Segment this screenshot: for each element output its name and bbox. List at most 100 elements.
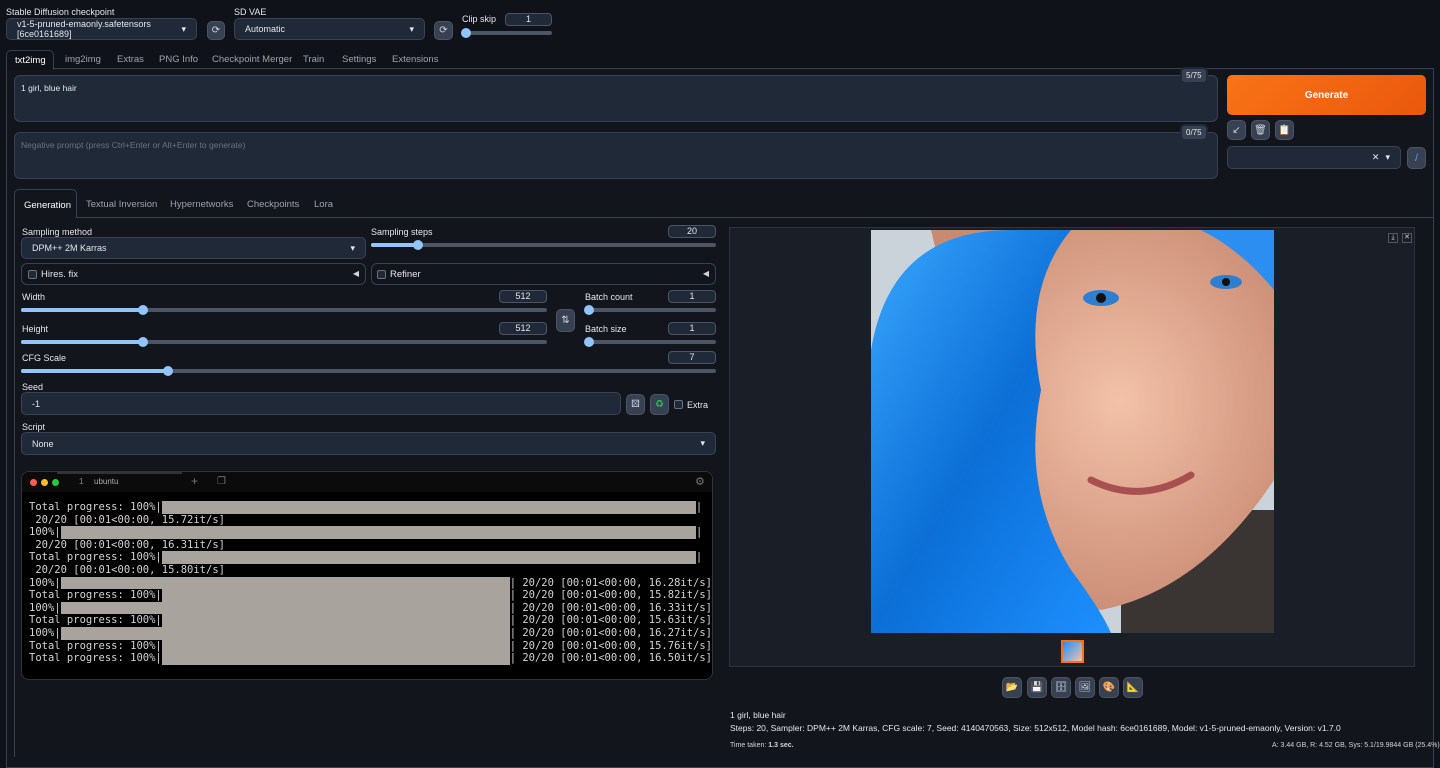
tab-settings[interactable]: Settings	[342, 54, 376, 65]
prompt-input[interactable]: 1 girl, blue hair	[14, 75, 1218, 122]
refresh-icon: ⟳	[439, 25, 447, 36]
clip-skip-label: Clip skip	[462, 14, 496, 24]
active-tab-indicator	[57, 472, 182, 474]
tab-extras[interactable]: Extras	[117, 54, 144, 65]
generate-button[interactable]: Generate	[1227, 75, 1426, 115]
random-seed-button[interactable]: ⚄	[626, 394, 645, 415]
clear-icon[interactable]: ✕	[1372, 152, 1380, 163]
save-button[interactable]: 💾	[1027, 677, 1047, 698]
tabs-overview-icon[interactable]: ❐	[217, 476, 226, 487]
tab-img2img[interactable]: img2img	[65, 54, 101, 65]
gallery-thumbnail[interactable]	[1061, 640, 1084, 663]
subtab-lora[interactable]: Lora	[314, 199, 333, 210]
sampling-steps-input[interactable]: 20	[668, 225, 716, 238]
send-to-img2img-button[interactable]: 🖼	[1075, 677, 1095, 698]
terminal-line-text: Total progress: 100%|	[29, 551, 162, 564]
styles-dropdown[interactable]: ✕▾	[1227, 146, 1401, 169]
new-tab-icon[interactable]: +	[191, 474, 198, 488]
progress-bar	[61, 627, 510, 640]
negative-prompt-input[interactable]: Negative prompt (press Ctrl+Enter or Alt…	[14, 132, 1218, 179]
terminal-line-suffix: | 20/20 [00:01<00:00, 15.82it/s]	[510, 589, 712, 602]
height-input[interactable]: 512	[499, 322, 547, 335]
terminal-window[interactable]: 1 ubuntu + ❐ ⚙ Total progress: 100%| | 20…	[21, 471, 713, 680]
hires-fix-checkbox[interactable]	[28, 270, 37, 279]
script-dropdown[interactable]: None▾	[21, 432, 716, 455]
send-to-inpaint-button[interactable]: 🎨	[1099, 677, 1119, 698]
close-icon[interactable]: ✕	[1402, 233, 1412, 243]
checkpoint-label: Stable Diffusion checkpoint	[6, 7, 114, 17]
sampling-method-value: DPM++ 2M Karras	[32, 243, 107, 253]
time-taken-label: Time taken:	[730, 742, 766, 749]
width-slider[interactable]	[21, 308, 547, 312]
trash-button[interactable]: 🗑	[1251, 120, 1270, 140]
terminal-line: 20/20 [00:01<00:00, 16.31it/s]	[22, 539, 712, 552]
terminal-tab-name[interactable]: ubuntu	[94, 477, 118, 486]
subtab-hypernetworks[interactable]: Hypernetworks	[170, 199, 233, 210]
edit-styles-button[interactable]: /	[1407, 147, 1426, 169]
swap-icon: ⇅	[561, 315, 569, 326]
terminal-titlebar: 1 ubuntu + ❐ ⚙	[22, 472, 712, 492]
terminal-line-suffix: | 20/20 [00:01<00:00, 16.33it/s]	[510, 602, 712, 615]
tab-extensions[interactable]: Extensions	[392, 54, 438, 65]
download-icon[interactable]: ⤓	[1388, 233, 1398, 243]
terminal-line-suffix: | 20/20 [00:01<00:00, 15.63it/s]	[510, 614, 712, 627]
dice-icon: ⚄	[631, 399, 640, 410]
progress-bar	[61, 526, 696, 539]
width-input[interactable]: 512	[499, 290, 547, 303]
batch-size-slider[interactable]	[585, 340, 716, 344]
close-window-icon[interactable]	[30, 479, 37, 486]
reuse-seed-button[interactable]: ♻	[650, 394, 669, 415]
palette-icon: 🎨	[1103, 682, 1115, 693]
hires-fix-accordion[interactable]: Hires. fix◀	[21, 263, 366, 285]
recycle-icon: ♻	[655, 399, 664, 410]
subtab-textual-inversion[interactable]: Textual Inversion	[86, 199, 157, 210]
subtab-checkpoints[interactable]: Checkpoints	[247, 199, 299, 210]
height-label: Height	[22, 324, 48, 334]
minimize-window-icon[interactable]	[41, 479, 48, 486]
time-taken: Time taken: 1.3 sec.	[730, 742, 794, 749]
chevron-down-icon: ▾	[1385, 152, 1390, 163]
open-folder-button[interactable]: 📂	[1002, 677, 1022, 698]
vae-dropdown[interactable]: Automatic▾	[234, 18, 425, 40]
batch-count-input[interactable]: 1	[668, 290, 716, 303]
seed-input[interactable]: -1	[21, 392, 621, 415]
send-to-extras-button[interactable]: 📐	[1123, 677, 1143, 698]
tab-train[interactable]: Train	[303, 54, 324, 65]
cfg-scale-slider[interactable]	[21, 369, 716, 373]
tab-png-info[interactable]: PNG Info	[159, 54, 198, 65]
paste-style-button[interactable]: 📋	[1275, 120, 1294, 140]
read-params-button[interactable]: ↙	[1227, 120, 1246, 140]
terminal-line: 100%|| 20/20 [00:01<00:00, 16.28it/s]	[22, 577, 712, 590]
clip-skip-input[interactable]: 1	[505, 13, 552, 26]
vae-value: Automatic	[245, 24, 285, 34]
generated-image[interactable]	[871, 230, 1274, 633]
swap-dimensions-button[interactable]: ⇅	[556, 309, 575, 332]
tab-txt2img[interactable]: txt2img	[6, 50, 54, 70]
tab-checkpoint-merger[interactable]: Checkpoint Merger	[212, 54, 292, 65]
terminal-line: 20/20 [00:01<00:00, 15.72it/s]	[22, 514, 712, 527]
checkpoint-dropdown[interactable]: v1-5-pruned-emaonly.safetensors [6ce0161…	[6, 18, 197, 40]
refresh-vae-button[interactable]: ⟳	[434, 21, 453, 40]
extra-seed-checkbox[interactable]	[674, 400, 683, 409]
settings-gear-icon[interactable]: ⚙	[695, 475, 705, 488]
zip-button[interactable]: 🗄	[1051, 677, 1071, 698]
sampling-steps-slider[interactable]	[371, 243, 716, 247]
prompt-token-counter: 5/75	[1180, 67, 1208, 84]
refiner-checkbox[interactable]	[377, 270, 386, 279]
clip-skip-slider[interactable]	[462, 31, 552, 35]
refiner-accordion[interactable]: Refiner◀	[371, 263, 716, 285]
height-slider[interactable]	[21, 340, 547, 344]
sampling-method-dropdown[interactable]: DPM++ 2M Karras▾	[21, 237, 366, 259]
refresh-checkpoint-button[interactable]: ⟳	[207, 21, 225, 40]
zoom-window-icon[interactable]	[52, 479, 59, 486]
terminal-line-text: Total progress: 100%|	[29, 640, 162, 653]
subtab-generation[interactable]: Generation	[14, 189, 77, 218]
terminal-tab-number: 1	[79, 477, 83, 486]
script-label: Script	[22, 422, 45, 432]
batch-count-slider[interactable]	[585, 308, 716, 312]
arrow-down-left-icon: ↙	[1232, 125, 1240, 136]
batch-size-input[interactable]: 1	[668, 322, 716, 335]
pencil-icon: /	[1415, 153, 1418, 164]
width-label: Width	[22, 292, 45, 302]
cfg-scale-input[interactable]: 7	[668, 351, 716, 364]
